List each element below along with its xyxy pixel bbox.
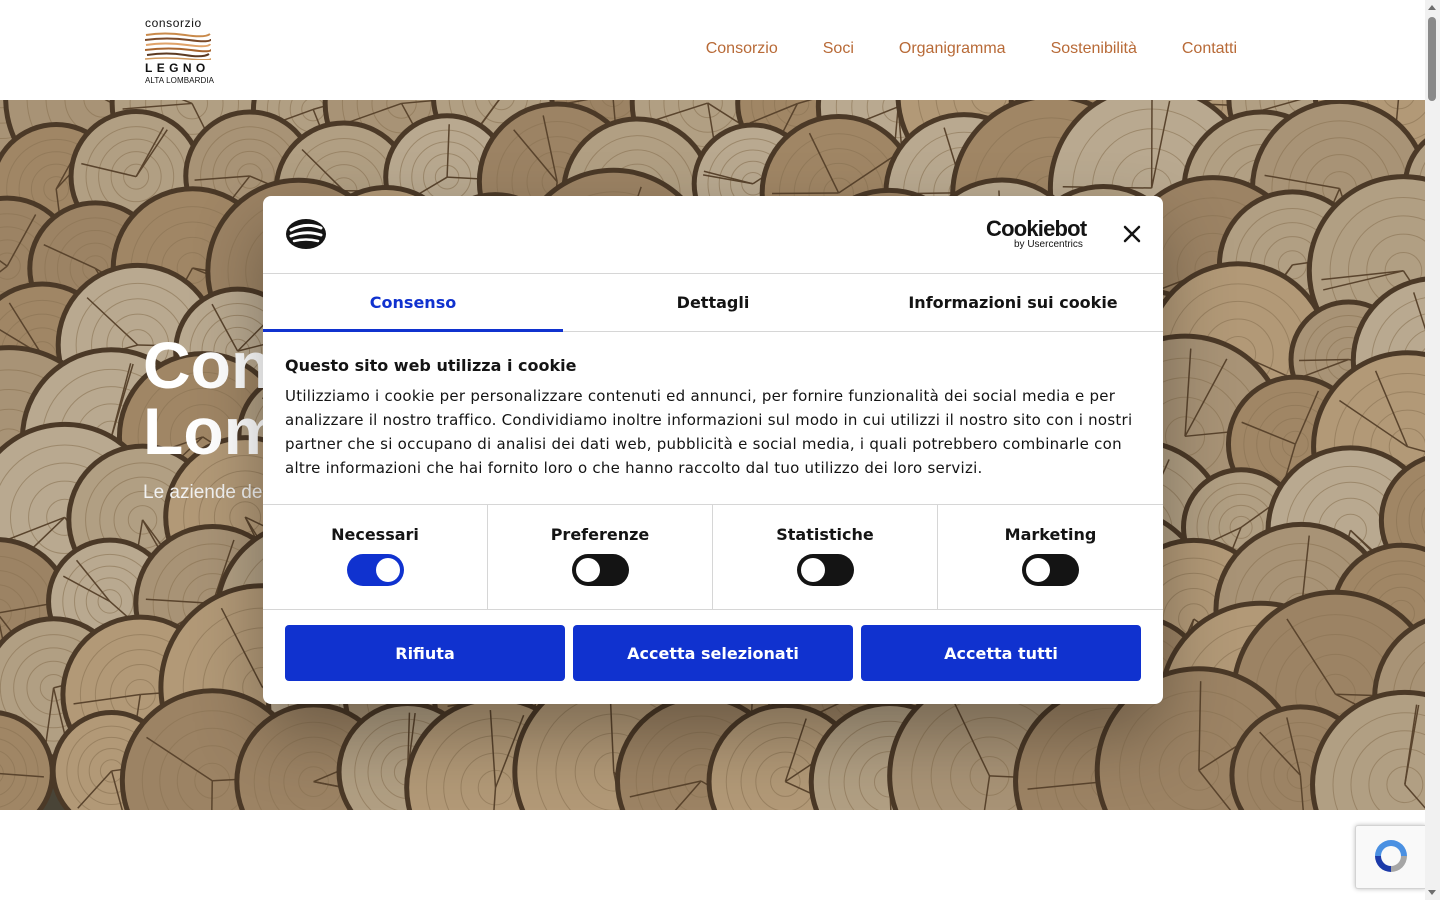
toggle-label-preferenze: Preferenze bbox=[550, 525, 650, 544]
scroll-down-arrow-icon[interactable] bbox=[1428, 890, 1436, 895]
nav-link-consorzio[interactable]: Consorzio bbox=[706, 40, 778, 58]
brand-byline: by Usercentrics bbox=[1014, 239, 1083, 250]
site-header: consorzio LEGNO ALTA LOMBARDIA Consorzio… bbox=[0, 0, 1425, 100]
cookie-description: Utilizziamo i cookie per personalizzare … bbox=[285, 387, 1133, 477]
scroll-up-arrow-icon[interactable] bbox=[1428, 5, 1436, 10]
cookie-heading: Questo sito web utilizza i cookie bbox=[285, 356, 577, 375]
toggle-label-necessari: Necessari bbox=[331, 525, 419, 544]
toggle-knob bbox=[800, 558, 825, 582]
toggle-knob bbox=[575, 558, 600, 582]
toggle-label-marketing: Marketing bbox=[1004, 525, 1097, 544]
tab-dettagli[interactable]: Dettagli bbox=[563, 274, 863, 331]
toggle-label-statistiche: Statistiche bbox=[776, 525, 874, 544]
toggle-group-marketing: Marketing bbox=[938, 505, 1163, 609]
main-nav: Consorzio Soci Organigramma Sostenibilit… bbox=[706, 40, 1237, 58]
toggle-knob bbox=[375, 558, 400, 582]
page-scrollbar[interactable] bbox=[1425, 0, 1440, 900]
nav-link-soci[interactable]: Soci bbox=[823, 40, 854, 58]
toggle-group-necessari: Necessari bbox=[263, 505, 488, 609]
cookie-dialog-header: Cookiebot by Usercentrics bbox=[263, 196, 1163, 274]
logo-text-middle: LEGNO bbox=[145, 61, 210, 75]
scrollbar-thumb[interactable] bbox=[1428, 17, 1436, 101]
accept-all-button[interactable]: Accetta tutti bbox=[861, 625, 1141, 681]
logo-text-bottom: ALTA LOMBARDIA bbox=[145, 76, 215, 85]
toggle-knob bbox=[1026, 558, 1050, 582]
toggle-preferenze[interactable] bbox=[571, 554, 629, 586]
recaptcha-icon bbox=[1375, 840, 1407, 872]
tab-consenso[interactable]: Consenso bbox=[263, 274, 563, 332]
nav-link-organigramma[interactable]: Organigramma bbox=[899, 40, 1006, 58]
hero-title: Con Lom bbox=[143, 328, 283, 468]
nav-link-contatti[interactable]: Contatti bbox=[1182, 40, 1237, 58]
cookie-dialog-body: Questo sito web utilizza i cookie Utiliz… bbox=[285, 356, 1145, 480]
toggle-group-preferenze: Preferenze bbox=[488, 505, 713, 609]
cookiebot-logo-icon bbox=[286, 219, 326, 249]
cookie-action-buttons: Rifiuta Accetta selezionati Accetta tutt… bbox=[285, 625, 1141, 681]
toggle-marketing[interactable] bbox=[1022, 554, 1079, 586]
site-logo[interactable]: consorzio LEGNO ALTA LOMBARDIA bbox=[145, 16, 215, 86]
logo-text-top: consorzio bbox=[145, 16, 202, 30]
toggle-statistiche[interactable] bbox=[796, 554, 854, 586]
cookie-tabs: Consenso Dettagli Informazioni sui cooki… bbox=[263, 274, 1163, 332]
cookie-category-toggles: Necessari Preferenze Statistiche Marketi… bbox=[263, 504, 1163, 610]
cookie-consent-dialog: Cookiebot by Usercentrics Consenso Detta… bbox=[263, 196, 1163, 704]
tab-informazioni-cookie[interactable]: Informazioni sui cookie bbox=[863, 274, 1163, 331]
accept-selected-button[interactable]: Accetta selezionati bbox=[573, 625, 853, 681]
toggle-group-statistiche: Statistiche bbox=[713, 505, 938, 609]
cookiebot-brand-logo[interactable]: Cookiebot by Usercentrics bbox=[986, 216, 1090, 250]
close-icon[interactable] bbox=[1121, 223, 1143, 245]
nav-link-sostenibilita[interactable]: Sostenibilità bbox=[1051, 40, 1137, 58]
hero-subtitle: Le aziende de bbox=[143, 482, 263, 503]
reject-button[interactable]: Rifiuta bbox=[285, 625, 565, 681]
toggle-necessari[interactable] bbox=[346, 554, 404, 586]
logo-lines-graphic bbox=[145, 32, 211, 60]
recaptcha-badge[interactable] bbox=[1355, 825, 1426, 889]
